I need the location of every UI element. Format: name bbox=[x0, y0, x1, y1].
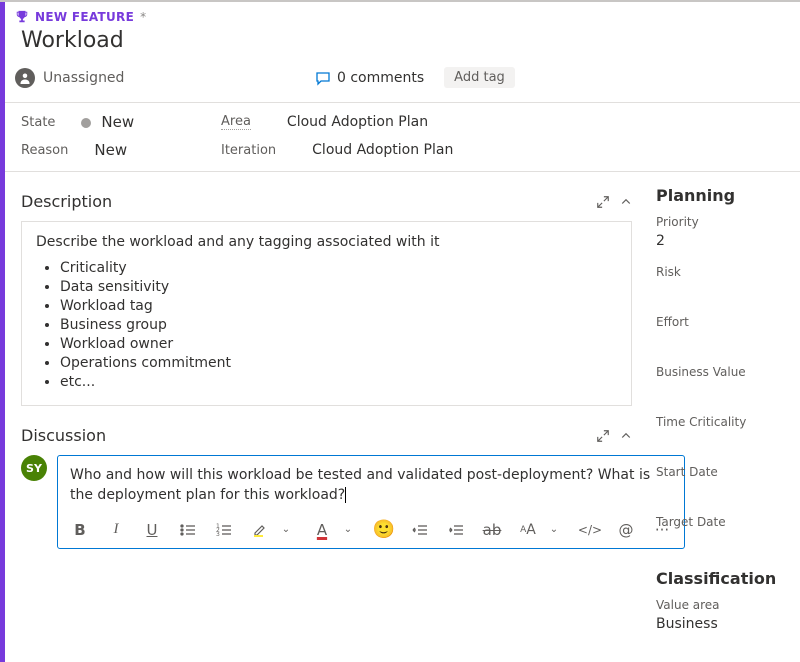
svg-text:3: 3 bbox=[216, 531, 220, 537]
type-label: NEW FEATURE bbox=[35, 10, 134, 24]
work-item-type: NEW FEATURE * bbox=[15, 10, 784, 24]
risk-label: Risk bbox=[656, 265, 784, 279]
expand-icon[interactable] bbox=[596, 195, 610, 209]
area-field[interactable]: Cloud Adoption Plan bbox=[287, 114, 428, 130]
effort-value bbox=[656, 333, 784, 349]
mention-button[interactable]: @ bbox=[616, 521, 636, 539]
start-date-value bbox=[656, 483, 784, 499]
state-block: State New Area Cloud Adoption Plan Reaso… bbox=[5, 102, 800, 172]
iteration-field[interactable]: Cloud Adoption Plan bbox=[312, 142, 453, 158]
collapse-icon[interactable] bbox=[620, 430, 632, 442]
priority-field[interactable]: Priority 2 bbox=[656, 215, 784, 249]
list-item: Workload tag bbox=[60, 298, 617, 314]
dirty-indicator: * bbox=[140, 10, 146, 24]
list-item: Criticality bbox=[60, 260, 617, 276]
discussion-header: Discussion bbox=[21, 426, 632, 445]
start-date-field[interactable]: Start Date bbox=[656, 465, 784, 499]
comment-text[interactable]: Who and how will this workload be tested… bbox=[70, 466, 672, 505]
effort-field[interactable]: Effort bbox=[656, 315, 784, 349]
list-item: etc... bbox=[60, 374, 617, 390]
priority-label: Priority bbox=[656, 215, 784, 229]
collapse-icon[interactable] bbox=[620, 196, 632, 208]
list-item: Workload owner bbox=[60, 336, 617, 352]
time-criticality-field[interactable]: Time Criticality bbox=[656, 415, 784, 449]
person-icon bbox=[15, 68, 35, 88]
comments-count: 0 comments bbox=[337, 70, 424, 86]
description-header: Description bbox=[21, 192, 632, 211]
add-tag-button[interactable]: Add tag bbox=[444, 67, 515, 88]
comments-indicator[interactable]: 0 comments bbox=[315, 70, 424, 86]
expand-icon[interactable] bbox=[596, 429, 610, 443]
work-item-title[interactable]: Workload bbox=[21, 28, 784, 53]
italic-button[interactable]: I bbox=[106, 521, 126, 538]
target-date-label: Target Date bbox=[656, 515, 784, 529]
business-value-value bbox=[656, 383, 784, 399]
underline-button[interactable]: U bbox=[142, 521, 162, 539]
state-label: State bbox=[21, 115, 55, 130]
chevron-down-icon[interactable]: ⌄ bbox=[276, 524, 296, 535]
work-item-header: NEW FEATURE * Workload Unassigned 0 comm… bbox=[5, 2, 800, 102]
font-color-button[interactable]: A bbox=[312, 521, 332, 539]
risk-field[interactable]: Risk bbox=[656, 265, 784, 299]
business-value-field[interactable]: Business Value bbox=[656, 365, 784, 399]
assignee-value: Unassigned bbox=[43, 70, 124, 86]
bold-button[interactable]: B bbox=[70, 521, 90, 539]
clear-format-button[interactable]: ab bbox=[482, 521, 502, 539]
reason-label: Reason bbox=[21, 143, 68, 158]
value-area-field[interactable]: Value area Business bbox=[656, 598, 784, 632]
discussion-heading: Discussion bbox=[21, 426, 106, 445]
rich-text-toolbar: B I U 123 ⌄ A ⌄ 🙂 ab bbox=[70, 519, 672, 540]
outdent-button[interactable] bbox=[410, 523, 430, 537]
description-list: Criticality Data sensitivity Workload ta… bbox=[36, 260, 617, 390]
iteration-label: Iteration bbox=[221, 143, 276, 158]
time-criticality-value bbox=[656, 433, 784, 449]
business-value-label: Business Value bbox=[656, 365, 784, 379]
target-date-field[interactable]: Target Date bbox=[656, 515, 784, 549]
priority-value: 2 bbox=[656, 233, 784, 249]
number-list-button[interactable]: 123 bbox=[214, 523, 234, 537]
planning-heading: Planning bbox=[656, 186, 784, 205]
font-size-button[interactable]: AA bbox=[518, 522, 538, 538]
assignee-field[interactable]: Unassigned bbox=[15, 68, 295, 88]
area-label: Area bbox=[221, 114, 251, 130]
emoji-button[interactable]: 🙂 bbox=[374, 519, 394, 540]
code-button[interactable]: </> bbox=[580, 523, 600, 537]
avatar: SY bbox=[21, 455, 47, 481]
list-item: Operations commitment bbox=[60, 355, 617, 371]
risk-value bbox=[656, 283, 784, 299]
reason-field[interactable]: New bbox=[94, 141, 127, 159]
target-date-value bbox=[656, 533, 784, 549]
chevron-down-icon[interactable]: ⌄ bbox=[338, 524, 358, 535]
comment-editor[interactable]: Who and how will this workload be tested… bbox=[57, 455, 685, 549]
chevron-down-icon[interactable]: ⌄ bbox=[544, 524, 564, 535]
highlight-button[interactable] bbox=[250, 522, 270, 538]
classification-heading: Classification bbox=[656, 569, 784, 588]
description-editor[interactable]: Describe the workload and any tagging as… bbox=[21, 221, 632, 406]
bullet-list-button[interactable] bbox=[178, 523, 198, 537]
state-field[interactable]: New bbox=[81, 113, 134, 131]
description-heading: Description bbox=[21, 192, 112, 211]
time-criticality-label: Time Criticality bbox=[656, 415, 784, 429]
trophy-icon bbox=[15, 10, 29, 24]
list-item: Business group bbox=[60, 317, 617, 333]
description-intro: Describe the workload and any tagging as… bbox=[36, 234, 617, 250]
effort-label: Effort bbox=[656, 315, 784, 329]
start-date-label: Start Date bbox=[656, 465, 784, 479]
value-area-label: Value area bbox=[656, 598, 784, 612]
value-area-value: Business bbox=[656, 616, 784, 632]
list-item: Data sensitivity bbox=[60, 279, 617, 295]
indent-button[interactable] bbox=[446, 523, 466, 537]
